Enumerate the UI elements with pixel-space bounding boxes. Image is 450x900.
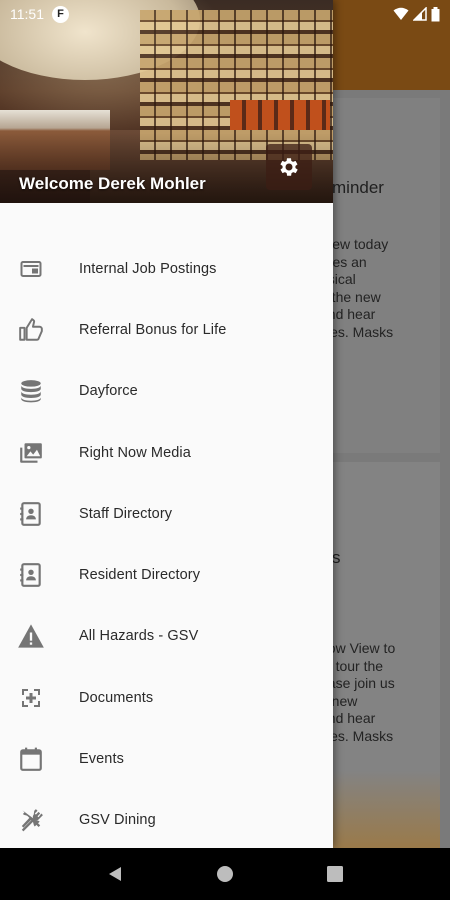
job-postings-icon (17, 255, 45, 283)
menu-item-right-now-media[interactable]: Right Now Media (0, 422, 333, 483)
menu-item-label: All Hazards - GSV (79, 628, 199, 645)
menu-item-label: Dayforce (79, 383, 138, 400)
menu-item-resident-directory[interactable]: Resident Directory (0, 544, 333, 605)
thumbs-up-icon (17, 316, 45, 344)
menu-item-label: Internal Job Postings (79, 260, 217, 277)
back-button[interactable] (95, 854, 135, 894)
signal-icon (413, 7, 427, 21)
drawer-menu: Internal Job Postings Referral Bonus for… (0, 238, 333, 851)
menu-item-events[interactable]: Events (0, 728, 333, 789)
menu-item-label: Referral Bonus for Life (79, 321, 227, 338)
menu-item-label: Documents (79, 689, 154, 706)
menu-item-referral-bonus[interactable]: Referral Bonus for Life (0, 299, 333, 360)
menu-item-label: GSV Dining (79, 812, 156, 829)
status-icons (393, 6, 440, 22)
database-icon (17, 377, 45, 405)
welcome-text: Welcome Derek Mohler (19, 174, 206, 193)
menu-item-label: Resident Directory (79, 567, 201, 584)
home-button[interactable] (205, 854, 245, 894)
drawer-header: Welcome Derek Mohler (0, 0, 333, 203)
recents-button[interactable] (315, 854, 355, 894)
recents-square-icon (327, 866, 343, 882)
menu-item-all-hazards[interactable]: All Hazards - GSV (0, 606, 333, 667)
settings-button[interactable] (266, 144, 312, 190)
notification-icon: F (52, 5, 69, 23)
warning-icon (17, 622, 45, 650)
photo-library-icon (17, 439, 45, 467)
documents-icon (17, 684, 45, 712)
calendar-icon (17, 745, 45, 773)
status-time: 11:51 (10, 6, 44, 22)
menu-item-gsv-dining[interactable]: GSV Dining (0, 790, 333, 851)
menu-item-label: Staff Directory (79, 505, 173, 522)
menu-item-staff-directory[interactable]: Staff Directory (0, 483, 333, 544)
header-photo-chairs (230, 100, 330, 130)
back-triangle-icon (109, 867, 121, 881)
background-card-title: minder (332, 178, 384, 197)
home-circle-icon (217, 866, 233, 882)
background-card-title: s (332, 548, 341, 567)
status-bar: 11:51 F (0, 0, 450, 28)
battery-icon (431, 6, 440, 21)
navigation-drawer: Welcome Derek Mohler Internal Job Postin… (0, 0, 333, 848)
dining-icon (17, 806, 45, 834)
menu-item-documents[interactable]: Documents (0, 667, 333, 728)
menu-item-internal-job-postings[interactable]: Internal Job Postings (0, 238, 333, 299)
menu-item-dayforce[interactable]: Dayforce (0, 361, 333, 422)
wifi-icon (393, 7, 409, 20)
system-nav-bar (0, 848, 450, 900)
contact-book-icon (17, 500, 45, 528)
menu-item-label: Events (79, 751, 124, 768)
gear-icon (280, 158, 298, 176)
menu-item-label: Right Now Media (79, 444, 191, 461)
contact-book-icon (17, 561, 45, 589)
